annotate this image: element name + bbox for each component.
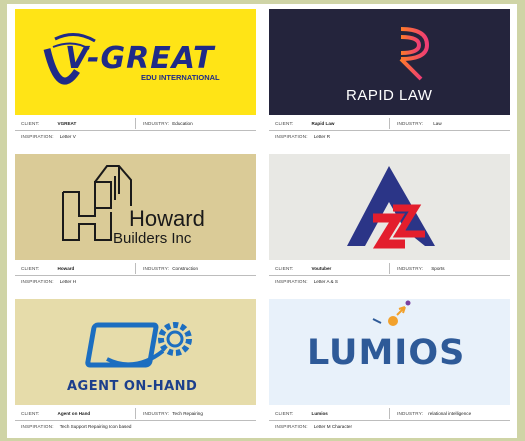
client-value: VGREAT [57,121,77,126]
inspiration-label: INSPIRATION: [21,279,54,284]
industry-label: INDUSTRY: [143,266,170,271]
agent-details: CLIENT: Agent on Hand INDUSTRY: Tech Repai… [15,407,256,437]
client-value: Voutuber [311,266,332,271]
voutuber-details: CLIENT: Voutuber INDUSTRY: Sports INSPIRAT… [269,262,510,292]
lumios-logo-title: LUMIOS [307,333,466,373]
lumios-logo: LUMIOS [269,299,510,405]
client-label: CLIENT: [21,266,40,271]
logo-card-agent-on-hand[interactable]: AGENT ON-HAND CLIENT: Agent on Hand INDUS… [15,299,256,436]
inspiration-value: Tech Support Repairing Icon based [59,424,132,429]
client-value: Lumios [311,411,328,416]
client-label: CLIENT: [21,121,40,126]
vgreat-logo-subtitle: EDU INTERNATIONAL [141,73,220,82]
industry-value: relational intelligence [428,411,472,416]
logo-card-vgreat[interactable]: V-GREAT EDU INTERNATIONAL CLIENT: VGREAT … [15,9,256,146]
agent-logo-title: AGENT ON-HAND [67,379,198,394]
howard-logo-subtitle: Builders Inc [113,230,192,247]
vgreat-logo-title: V-GREAT [65,41,215,76]
voutuber-as-mark-icon [347,166,435,249]
industry-label: INDUSTRY: [143,411,170,416]
client-label: CLIENT: [21,411,40,416]
logo-card-howard[interactable]: Howard Builders Inc CLIENT: Howard INDUST… [15,154,256,291]
industry-label: INDUSTRY: [143,121,170,126]
inspiration-label: INSPIRATION: [21,424,54,429]
logo-card-voutuber[interactable]: CLIENT: Voutuber INDUSTRY: Sports INSPIRAT… [269,154,510,291]
industry-label: INDUSTRY: [397,266,424,271]
industry-label: INDUSTRY: [397,411,424,416]
industry-value: Education [172,121,193,126]
inspiration-label: INSPIRATION: [275,134,308,139]
portfolio-board: V-GREAT EDU INTERNATIONAL CLIENT: VGREAT … [7,4,517,438]
industry-label: INDUSTRY: [397,121,424,126]
rapid-law-logo-title: RAPID LAW [346,87,433,104]
industry-value: Tech Repairing [172,411,203,416]
industry-value: Sports [431,266,445,271]
client-label: CLIENT: [275,411,294,416]
client-label: CLIENT: [275,121,294,126]
agent-on-hand-logo: AGENT ON-HAND [15,299,256,405]
inspiration-label: INSPIRATION: [21,134,54,139]
howard-logo-title: Howard [129,206,205,231]
rapid-law-details: CLIENT: Rapid Law INDUSTRY: Law INSPIRATIO… [269,117,510,147]
client-value: Howard [57,266,75,271]
client-value: Rapid Law [311,121,335,126]
inspiration-value: Letter A & S [313,279,338,284]
client-label: CLIENT: [275,266,294,271]
inspiration-value: Letter M Character [313,424,352,429]
voutuber-logo [269,154,510,260]
client-value: Agent on Hand [57,411,91,416]
vgreat-details: CLIENT: VGREAT INDUSTRY: Education INSPIRA… [15,117,256,147]
logo-card-lumios[interactable]: LUMIOS CLIENT: Lumios INDUSTRY: relational… [269,299,510,436]
inspiration-value: Letter R [313,134,331,139]
vgreat-logo: V-GREAT EDU INTERNATIONAL [15,9,256,115]
industry-value: Law [433,121,442,126]
howard-details: CLIENT: Howard INDUSTRY: Construction INSP… [15,262,256,292]
lumios-details: CLIENT: Lumios INDUSTRY: relational intell… [269,407,510,437]
inspiration-label: INSPIRATION: [275,279,308,284]
logo-card-rapid-law[interactable]: RAPID LAW CLIENT: Rapid Law INDUSTRY: Law … [269,9,510,146]
rapid-law-logo: RAPID LAW [269,9,510,115]
inspiration-label: INSPIRATION: [275,424,308,429]
inspiration-value: Letter V [59,134,76,139]
industry-value: Construction [172,266,199,271]
inspiration-value: Letter H [59,279,77,284]
howard-logo: Howard Builders Inc [15,154,256,260]
